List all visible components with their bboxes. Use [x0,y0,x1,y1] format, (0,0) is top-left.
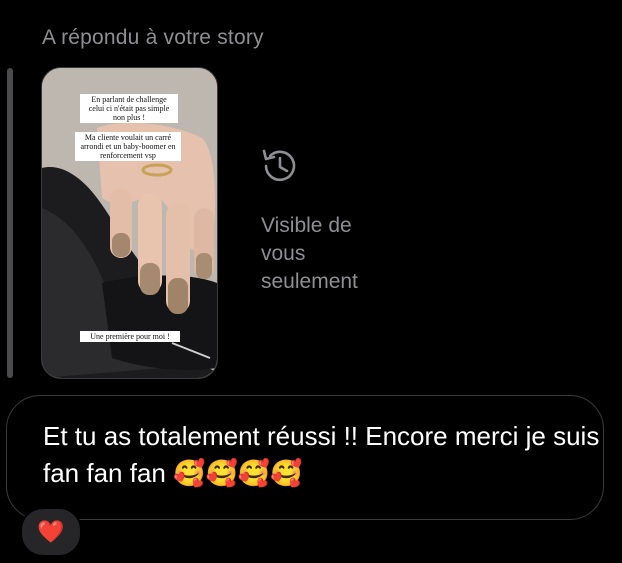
heart-icon: ❤️ [37,519,65,544]
visibility-label: Visible de vous seulement [261,214,358,293]
story-caption-1: En parlant de challenge celui ci n'était… [80,94,178,123]
message-bubble[interactable]: Et tu as totalement réussi !! Encore mer… [6,395,604,520]
story-caption-2: Ma cliente voulait un carré arrondi et u… [75,132,181,161]
history-clock-icon [256,145,302,187]
story-reply-bar [7,68,13,378]
story-caption-3: Une première pour moi ! [80,331,180,342]
heart-reaction[interactable]: ❤️ [20,507,82,557]
story-thumbnail[interactable]: En parlant de challenge celui ci n'était… [41,67,218,379]
reply-header: A répondu à votre story [42,26,264,49]
message-text: Et tu as totalement réussi !! Encore mer… [43,421,600,488]
